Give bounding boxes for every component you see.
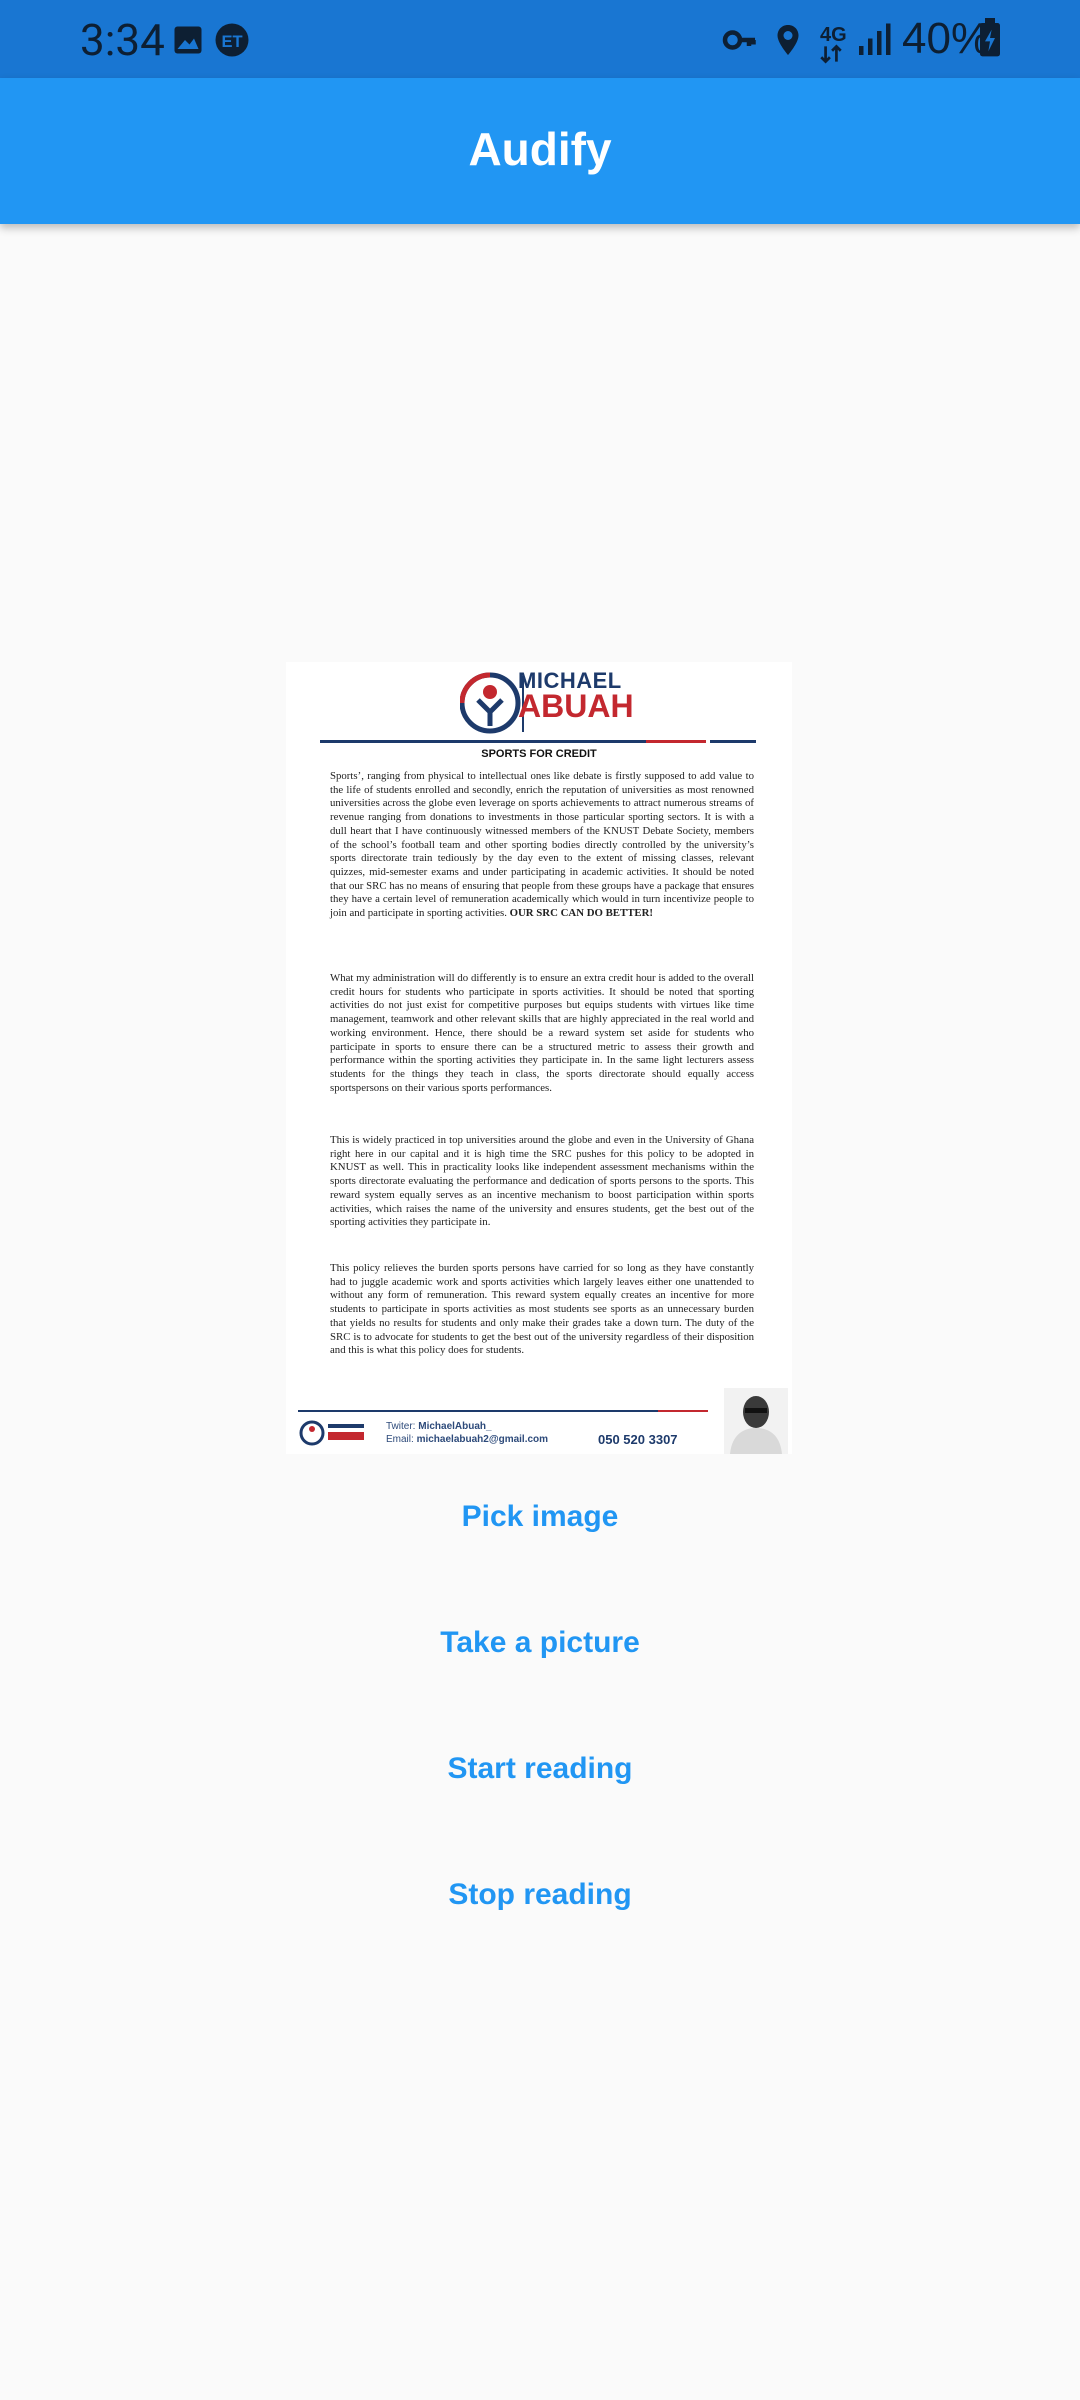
document-title: SPORTS FOR CREDIT: [481, 748, 597, 760]
start-reading-button[interactable]: Start reading: [340, 1734, 740, 1804]
footer-logo-icon: [299, 1420, 364, 1446]
emphasis-text: OUR SRC CAN DO BETTER!: [509, 907, 653, 920]
data-arrows-icon: [820, 44, 842, 64]
svg-text:ET: ET: [221, 33, 242, 51]
et-news-icon: ET: [215, 23, 249, 57]
header-rule-end: [710, 740, 756, 743]
header-rule-accent: [646, 740, 706, 743]
location-icon: [777, 25, 799, 55]
battery-charging-icon: [980, 18, 1000, 57]
twitter-line: Twiter: MichaelAbuah_: [386, 1421, 492, 1432]
battery-percent: 40%: [902, 14, 991, 63]
app-title: Audify: [468, 123, 612, 175]
image-icon: [174, 26, 202, 54]
email-address: michaelabuah2@gmail.com: [416, 1434, 549, 1445]
stop-reading-button[interactable]: Stop reading: [340, 1860, 740, 1930]
email-label: Email:: [386, 1434, 414, 1445]
status-bar: 3:34 ET 4G 40%: [0, 0, 1080, 78]
email-line: Email: michaelabuah2@gmail.com: [386, 1434, 548, 1445]
paragraph-text: Sports’, ranging from physical to intell…: [330, 770, 754, 920]
footer-rule: [298, 1410, 658, 1412]
brand-last-name: ABUAH: [518, 688, 634, 724]
pick-image-button[interactable]: Pick image: [340, 1482, 740, 1552]
signal-icon: [859, 23, 891, 55]
document-paragraph: This policy relieves the burden sports p…: [330, 1262, 754, 1357]
vpn-key-icon: [722, 30, 756, 50]
status-time: 3:34: [80, 14, 165, 66]
document-paragraph: What my administration will do different…: [330, 972, 754, 1094]
header-rule: [320, 740, 646, 743]
footer-rule-accent: [658, 1410, 708, 1412]
document-paragraph: Sports’, ranging from physical to intell…: [330, 770, 754, 921]
document-paragraph: This is widely practiced in top universi…: [330, 1134, 754, 1229]
twitter-handle: MichaelAbuah_: [418, 1421, 492, 1432]
portrait-photo: [724, 1388, 788, 1454]
take-picture-button[interactable]: Take a picture: [340, 1608, 740, 1678]
app-bar: Audify: [0, 78, 1080, 224]
phone-number: 050 520 3307: [598, 1432, 678, 1447]
selected-document-image: MICHAEL ABUAH SPORTS FOR CREDIT Sports’,…: [286, 662, 792, 1454]
twitter-label: Twiter:: [386, 1421, 416, 1432]
